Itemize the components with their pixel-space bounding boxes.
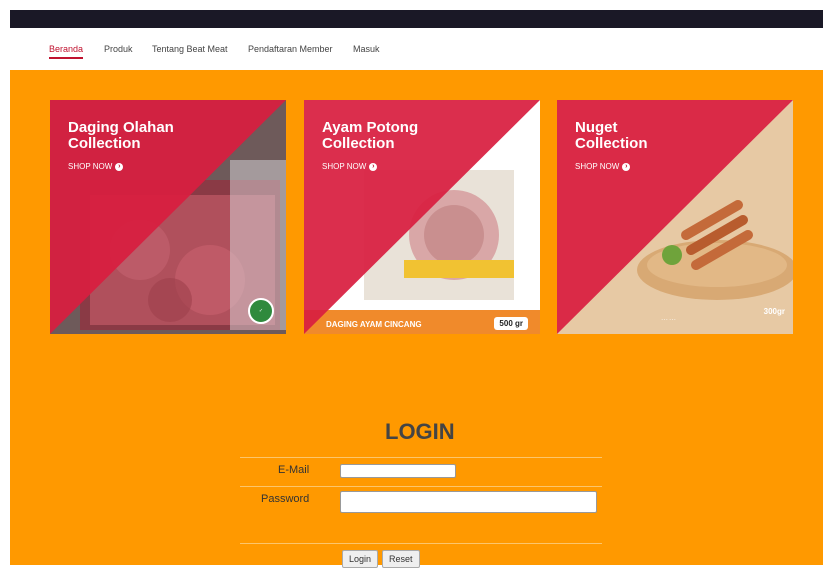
shop-now-label: SHOP NOW — [322, 162, 367, 171]
card-title: Nuget Collection — [575, 120, 745, 152]
card-daging-olahan[interactable]: Daging Olahan Collection SHOP NOW › ✓ — [50, 100, 286, 334]
nav-tentang-beat-meat[interactable]: Tentang Beat Meat — [152, 44, 228, 54]
weight-label: 300gr — [763, 307, 785, 316]
weight-badge: 500 gr — [494, 317, 528, 330]
login-title: LOGIN — [385, 419, 455, 444]
password-field[interactable] — [340, 491, 597, 513]
nav-produk[interactable]: Produk — [104, 44, 133, 54]
product-label: DAGING AYAM CINCANG — [326, 320, 422, 329]
main-content: Daging Olahan Collection SHOP NOW › ✓ Ay… — [10, 70, 823, 568]
shop-now-link[interactable]: SHOP NOW › — [322, 162, 378, 171]
shop-now-link[interactable]: SHOP NOW › — [68, 162, 124, 171]
card-title: Ayam Potong Collection — [322, 120, 492, 152]
shop-now-label: SHOP NOW — [68, 162, 113, 171]
main-navigation: Beranda Produk Tentang Beat Meat Pendaft… — [10, 28, 823, 70]
carousel-dots-icon: ⋯⋯ — [661, 317, 677, 324]
shop-now-label: SHOP NOW — [575, 162, 620, 171]
top-bar — [10, 10, 823, 30]
shop-now-link[interactable]: SHOP NOW › — [575, 162, 631, 171]
card-title-line1: Ayam Potong — [322, 119, 419, 136]
email-label: E-Mail — [278, 464, 310, 476]
card-title: Daging Olahan Collection — [68, 120, 238, 152]
divider — [240, 457, 602, 458]
card-title-line2: Collection — [68, 135, 141, 152]
nav-pendaftaran-member[interactable]: Pendaftaran Member — [248, 44, 333, 54]
nav-beranda[interactable]: Beranda — [49, 44, 84, 59]
divider — [240, 543, 602, 544]
nav-masuk[interactable]: Masuk — [353, 44, 380, 54]
arrow-right-circle-icon: › — [369, 162, 378, 171]
halal-badge-icon: ✓ — [248, 298, 274, 324]
reset-button[interactable]: Reset — [382, 550, 420, 568]
card-nuget[interactable]: Nuget Collection SHOP NOW › ⋯⋯ 300gr — [557, 100, 793, 334]
arrow-right-circle-icon: › — [622, 162, 631, 171]
card-ayam-potong[interactable]: Ayam Potong Collection SHOP NOW › DAGING… — [304, 100, 540, 334]
card-title-line2: Collection — [322, 135, 395, 152]
card-title-line1: Nuget — [575, 119, 618, 136]
login-button[interactable]: Login — [342, 550, 379, 568]
email-field[interactable] — [340, 464, 456, 478]
card-title-line1: Daging Olahan — [68, 119, 174, 136]
password-label: Password — [261, 493, 310, 505]
divider — [240, 486, 602, 487]
arrow-right-circle-icon: › — [115, 162, 124, 171]
card-title-line2: Collection — [575, 135, 648, 152]
